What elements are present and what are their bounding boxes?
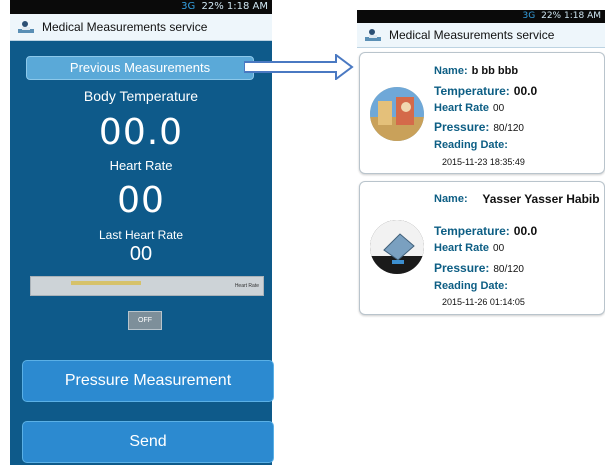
battery-indicator: 22% <box>541 11 562 21</box>
medical-app-icon <box>18 21 34 33</box>
record-pressure-field: Pressure: 80/120 <box>434 120 524 134</box>
network-indicator: 3G <box>522 11 536 21</box>
last-heart-rate-value: 00 <box>129 243 153 265</box>
heart-rate-label: Heart Rate <box>109 158 173 173</box>
record-heart-rate-field: Heart Rate 00 <box>434 102 505 114</box>
arrow-right-icon <box>244 54 354 80</box>
last-heart-rate-label: Last Heart Rate <box>98 228 184 242</box>
progress-fill <box>71 281 141 285</box>
battery-indicator: 22% <box>201 1 224 12</box>
app-title-bar: Medical Measurements service <box>10 14 272 41</box>
progress-label: Heart Rate <box>234 283 259 289</box>
record-name-value: Yasser Yasser Habib <box>482 192 600 206</box>
measurement-record-card[interactable]: Name: Yasser Yasser Habib Temperature: 00… <box>359 181 605 315</box>
network-indicator: 3G <box>181 1 196 12</box>
power-toggle[interactable]: OFF <box>128 311 162 330</box>
left-phone-screen: 3G 22% 1:18 AM Medical Measurements serv… <box>10 0 274 465</box>
record-name-field: Name: <box>434 193 468 205</box>
record-temperature-field: Temperature: 00.0 <box>434 84 538 98</box>
pressure-measurement-button[interactable]: Pressure Measurement <box>22 360 274 402</box>
status-bar: 3G 22% 1:18 AM <box>357 10 605 23</box>
record-heart-rate-field: Heart Rate 00 <box>434 242 505 254</box>
app-title-bar: Medical Measurements service <box>357 23 605 48</box>
clock: 1:18 AM <box>564 11 601 21</box>
clock: 1:18 AM <box>226 1 268 12</box>
status-bar: 3G 22% 1:18 AM <box>10 0 272 14</box>
send-button[interactable]: Send <box>22 421 274 463</box>
avatar-photo-2 <box>370 220 424 274</box>
record-temperature-field: Temperature: 00.0 <box>434 224 538 238</box>
heart-rate-value: 00 <box>117 180 165 221</box>
app-title: Medical Measurements service <box>389 28 555 42</box>
previous-measurements-button[interactable]: Previous Measurements <box>26 56 254 80</box>
app-title: Medical Measurements service <box>42 20 208 34</box>
avatar-photo-1 <box>370 87 424 141</box>
heart-rate-progress-bar: Heart Rate <box>30 276 264 296</box>
record-name-field: Name: b bb bbb <box>434 65 519 77</box>
right-phone-screen: 3G 22% 1:18 AM Medical Measurements serv… <box>357 10 605 315</box>
medical-app-icon <box>365 29 381 41</box>
record-reading-date-label: Reading Date: <box>434 139 508 151</box>
measurement-record-card[interactable]: Name: b bb bbb Temperature: 00.0 Heart Rat… <box>359 52 605 174</box>
body-temperature-value: 00.0 <box>98 112 184 153</box>
record-reading-date-label: Reading Date: <box>434 280 508 292</box>
record-reading-date-value: 2015-11-26 01:14:05 <box>442 297 525 307</box>
record-reading-date-value: 2015-11-23 18:35:49 <box>442 157 525 167</box>
body-temperature-label: Body Temperature <box>83 88 199 104</box>
record-pressure-field: Pressure: 80/120 <box>434 261 524 275</box>
